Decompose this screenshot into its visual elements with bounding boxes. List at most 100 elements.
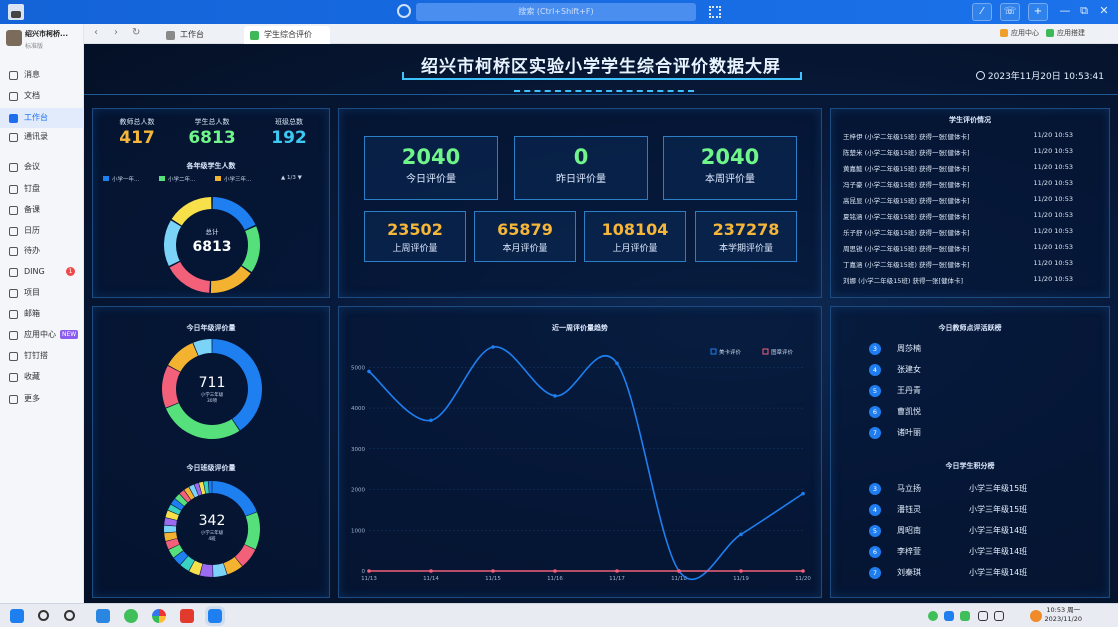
series-point[interactable]	[801, 491, 805, 496]
student-name: 马立扬	[897, 484, 921, 493]
legend-label[interactable]: 图章评价	[771, 348, 794, 356]
network-icon[interactable]	[978, 611, 988, 621]
series-point[interactable]	[739, 532, 743, 537]
evaluation-icon	[250, 31, 259, 40]
sidebar-item-label: 应用中心	[24, 330, 56, 339]
sidebar-item-favorites[interactable]: 收藏	[0, 367, 84, 387]
kpi-card: 2040 今日评价量	[364, 136, 498, 200]
profile-avatar[interactable]	[8, 4, 24, 20]
teacher-name: 曹凯悦	[897, 407, 921, 416]
tray-clock[interactable]: 10:53 周一 2023/11/20	[1045, 606, 1082, 624]
org-logo[interactable]	[6, 30, 22, 46]
legend-item[interactable]: 小学三年...	[215, 175, 251, 183]
trend-panel: 近一周评价量趋势 0 1000 2000 3000 4000 5000 11/13 11/14…	[338, 306, 822, 598]
series-point[interactable]	[491, 569, 495, 573]
forward-button[interactable]: ›	[114, 27, 118, 38]
org-name[interactable]: 绍兴市柯桥...	[25, 29, 68, 39]
app-icon[interactable]	[96, 609, 110, 623]
feed-text: 高昆显 (小学二年级15班) 获得一张[健体卡]	[843, 197, 970, 205]
student-rank-row: 5 周昭南 小学三年级14班	[869, 523, 1069, 541]
close-button[interactable]: ✕	[1097, 4, 1111, 17]
tray-icon[interactable]	[944, 611, 954, 621]
sidebar-item-workbench[interactable]: 工作台	[0, 108, 84, 128]
feed-row: 高昆显 (小学二年级15班) 获得一张[健体卡] 11/20 10:53	[843, 195, 1073, 210]
zoom-icon[interactable]	[64, 610, 75, 621]
series-point[interactable]	[429, 569, 433, 573]
legend-swatch	[762, 348, 769, 355]
kpi-value: 23502	[387, 220, 443, 239]
sidebar-item-lesson[interactable]: 备课	[0, 200, 84, 220]
sidebar-item-contacts[interactable]: 通讯录	[0, 127, 84, 147]
legend-pager[interactable]: ▲ 1/3 ▼	[281, 175, 302, 181]
donut-slice[interactable]	[171, 197, 212, 226]
sidebar-item-messages[interactable]: 消息	[0, 65, 84, 85]
series-point[interactable]	[367, 569, 371, 573]
feed-time: 11/20 10:53	[1033, 147, 1073, 155]
tab-bar: ‹ › ↻ 工作台 学生综合评价 应用中心 应用搭建	[84, 24, 1118, 44]
tray-icon[interactable]	[928, 611, 938, 621]
sidebar-item-drive[interactable]: 钉盘	[0, 179, 84, 199]
donut-slice[interactable]	[212, 197, 256, 230]
app-build-link[interactable]: 应用搭建	[1046, 28, 1085, 38]
donut-slice[interactable]	[169, 261, 210, 293]
series-point[interactable]	[677, 569, 681, 573]
series-point[interactable]	[739, 569, 743, 573]
tab-student-evaluation[interactable]: 学生综合评价	[244, 26, 330, 44]
donut-slice[interactable]	[212, 481, 257, 516]
sidebar-item-label: 消息	[24, 70, 40, 79]
refresh-button[interactable]: ↻	[132, 27, 140, 38]
user-avatar-icon[interactable]	[1030, 610, 1042, 622]
series-point[interactable]	[491, 345, 495, 349]
series-point[interactable]	[553, 394, 557, 398]
legend-item[interactable]: 小学二年...	[159, 175, 195, 183]
add-button[interactable]: +	[1028, 3, 1048, 21]
series-point[interactable]	[801, 569, 805, 573]
rank-number: 6	[869, 406, 881, 418]
series-point[interactable]	[615, 569, 619, 573]
wechat-icon[interactable]	[124, 609, 138, 623]
sidebar-item-dingda[interactable]: 钉钉搭	[0, 346, 84, 366]
feed-row: 乐子舒 (小学二年级15班) 获得一张[健体卡] 11/20 10:53	[843, 227, 1073, 242]
restore-button[interactable]: ⧉	[1077, 4, 1091, 18]
sidebar-item-mail[interactable]: 邮箱	[0, 304, 84, 324]
donut-slice[interactable]	[208, 481, 212, 494]
series-point[interactable]	[367, 369, 371, 374]
scan-icon[interactable]	[709, 6, 721, 18]
legend-label[interactable]: 美卡评价	[719, 348, 742, 356]
volume-icon[interactable]	[994, 611, 1004, 621]
feed-time: 11/20 10:53	[1033, 227, 1073, 235]
sidebar-item-app-center[interactable]: 应用中心 NEW	[0, 325, 84, 345]
kpi-value: 108104	[601, 220, 669, 239]
donut-slice[interactable]	[210, 266, 251, 293]
call-button[interactable]: ☏	[1000, 3, 1020, 21]
series-point[interactable]	[615, 361, 619, 366]
sidebar-item-meeting[interactable]: 会议	[0, 157, 84, 177]
app-center-link[interactable]: 应用中心	[1000, 28, 1039, 38]
sidebar-item-calendar[interactable]: 日历	[0, 221, 84, 241]
series-point[interactable]	[553, 569, 557, 573]
history-icon[interactable]	[397, 4, 411, 18]
series-point[interactable]	[429, 418, 433, 423]
start-icon[interactable]	[10, 609, 24, 623]
sidebar-item-docs[interactable]: 文档	[0, 86, 84, 106]
legend-item[interactable]: 小学一年...	[103, 175, 139, 183]
search-icon[interactable]	[38, 610, 49, 621]
minimize-button[interactable]: —	[1058, 4, 1072, 17]
dingtalk-icon[interactable]	[205, 606, 225, 626]
browser-icon[interactable]	[152, 609, 166, 623]
search-input[interactable]: 搜索 (Ctrl+Shift+F)	[416, 3, 696, 21]
teacher-name: 诸叶丽	[897, 428, 921, 437]
edit-button[interactable]: ⁄	[972, 3, 992, 21]
donut-slice[interactable]	[168, 342, 198, 372]
sidebar-item-todo[interactable]: 待办	[0, 241, 84, 261]
tab-workbench[interactable]: 工作台	[160, 26, 240, 44]
wps-icon[interactable]	[180, 609, 194, 623]
tray-icon[interactable]	[960, 611, 970, 621]
sidebar-item-ding[interactable]: DING 1	[0, 262, 84, 282]
sidebar-item-project[interactable]: 项目	[0, 283, 84, 303]
app-grid-icon	[1000, 29, 1008, 37]
sidebar-item-more[interactable]: 更多	[0, 389, 84, 409]
feed-time: 11/20 10:53	[1033, 179, 1073, 187]
donut-slice[interactable]	[165, 403, 240, 439]
back-button[interactable]: ‹	[94, 27, 98, 38]
